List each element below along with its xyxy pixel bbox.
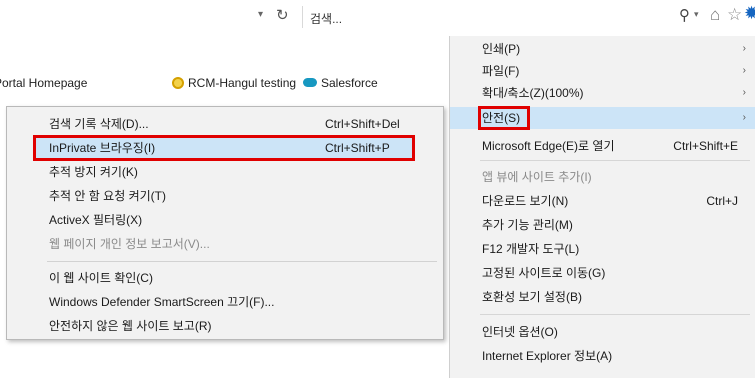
submenu-item-shortcut: Ctrl+Shift+Del [325, 117, 400, 131]
submenu-item-label: Windows Defender SmartScreen 끄기(F)... [49, 295, 275, 309]
favorite-rcm-hangul[interactable]: RCM-Hangul testing [172, 76, 296, 90]
submenu-item-label: 웹 페이지 개인 정보 보고서(V)... [49, 237, 210, 251]
submenu-item-smartscreen-off[interactable]: Windows Defender SmartScreen 끄기(F)... [7, 291, 443, 313]
menu-item-file[interactable]: 파일(F) › [450, 60, 755, 82]
search-icon[interactable]: ⚲ [679, 6, 690, 24]
favorite-salesforce[interactable]: Salesforce [303, 76, 378, 90]
menu-item-label: Internet Explorer 정보(A) [482, 349, 613, 363]
menu-separator [480, 314, 750, 315]
favorite-label: Portal Homepage [0, 76, 88, 90]
favorite-label: RCM-Hangul testing [188, 76, 297, 90]
menu-item-f12-tools[interactable]: F12 개발자 도구(L) [450, 238, 755, 260]
menu-item-label: 고정된 사이트로 이동(G) [482, 266, 606, 280]
submenu-item-label: 안전하지 않은 웹 사이트 보고(R) [49, 319, 212, 333]
menu-separator [480, 160, 750, 161]
submenu-item-delete-history[interactable]: 검색 기록 삭제(D)... Ctrl+Shift+Del [7, 113, 443, 135]
submenu-item-label: 추적 안 함 요청 켜기(T) [49, 189, 166, 203]
menu-item-open-edge[interactable]: Microsoft Edge(E)로 열기 Ctrl+Shift+E [450, 135, 755, 157]
menu-item-label: 확대/축소(Z)(100%) [482, 86, 584, 100]
menu-item-label: 인쇄(P) [482, 42, 521, 56]
menu-item-label: 추가 기능 관리(M) [482, 218, 573, 232]
submenu-item-label: 이 웹 사이트 확인(C) [49, 271, 153, 285]
menu-item-pinned-sites[interactable]: 고정된 사이트로 이동(G) [450, 262, 755, 284]
tools-menu: 인쇄(P) › 파일(F) › 확대/축소(Z)(100%) › 안전(S) ›… [449, 36, 755, 378]
chevron-right-icon: › [742, 87, 746, 98]
address-controls: ▾ ↻ [0, 7, 305, 29]
submenu-item-label: 추적 방지 켜기(K) [49, 165, 138, 179]
menu-item-label: 앱 뷰에 사이트 추가(I) [482, 170, 592, 184]
menu-item-safety[interactable]: 안전(S) › [450, 106, 755, 130]
menu-item-print[interactable]: 인쇄(P) › [450, 38, 755, 60]
submenu-item-privacy-report: 웹 페이지 개인 정보 보고서(V)... [7, 233, 443, 255]
safety-submenu: 검색 기록 삭제(D)... Ctrl+Shift+Del InPrivate … [6, 106, 444, 340]
favorites-bar: Portal Homepage RCM-Hangul testing Sales… [0, 36, 450, 106]
menu-item-label: 호환성 보기 설정(B) [482, 290, 582, 304]
submenu-item-report-unsafe[interactable]: 안전하지 않은 웹 사이트 보고(R) [7, 315, 443, 337]
menu-item-shortcut: Ctrl+J [706, 194, 738, 208]
address-bar: ▾ ↻ 검색... ⚲ ▾ ⌂ ☆ ✹ [0, 0, 755, 37]
menu-item-add-site-app-view: 앱 뷰에 사이트 추가(I) [450, 166, 755, 188]
menu-item-label: 인터넷 옵션(O) [482, 325, 558, 339]
address-dropdown-icon[interactable]: ▾ [258, 9, 263, 20]
submenu-item-do-not-track[interactable]: 추적 안 함 요청 켜기(T) [7, 185, 443, 207]
salesforce-cloud-icon [303, 78, 317, 87]
gear-icon[interactable]: ✹ [744, 3, 755, 24]
submenu-item-label: InPrivate 브라우징(I) [49, 141, 156, 155]
menu-item-label: 다운로드 보기(N) [482, 194, 569, 208]
submenu-item-label: ActiveX 필터링(X) [49, 213, 143, 227]
submenu-item-shortcut: Ctrl+Shift+P [325, 141, 390, 155]
chevron-right-icon: › [742, 65, 746, 76]
menu-item-compat-view[interactable]: 호환성 보기 설정(B) [450, 286, 755, 308]
search-placeholder[interactable]: 검색... [310, 10, 342, 27]
chevron-right-icon: › [742, 112, 746, 123]
favorite-label: Salesforce [321, 76, 378, 90]
search-dropdown-icon[interactable]: ▾ [694, 9, 699, 20]
menu-item-shortcut: Ctrl+Shift+E [673, 139, 738, 153]
refresh-icon[interactable]: ↻ [276, 6, 289, 24]
home-icon[interactable]: ⌂ [710, 5, 720, 25]
submenu-item-label: 검색 기록 삭제(D)... [49, 117, 149, 131]
submenu-item-tracking-protection[interactable]: 추적 방지 켜기(K) [7, 161, 443, 183]
menu-item-view-downloads[interactable]: 다운로드 보기(N) Ctrl+J [450, 190, 755, 212]
menu-item-internet-options[interactable]: 인터넷 옵션(O) [450, 321, 755, 343]
menu-item-label: Microsoft Edge(E)로 열기 [482, 139, 615, 153]
rcm-icon [172, 77, 184, 89]
search-input[interactable] [302, 6, 643, 28]
favorite-portal-homepage[interactable]: Portal Homepage [0, 76, 87, 90]
submenu-item-inprivate[interactable]: InPrivate 브라우징(I) Ctrl+Shift+P [33, 135, 415, 161]
star-icon[interactable]: ☆ [727, 5, 742, 25]
menu-item-label: 안전(S) [482, 111, 521, 125]
submenu-item-activex-filtering[interactable]: ActiveX 필터링(X) [7, 209, 443, 231]
menu-item-manage-addons[interactable]: 추가 기능 관리(M) [450, 214, 755, 236]
menu-item-zoom[interactable]: 확대/축소(Z)(100%) › [450, 82, 755, 104]
menu-item-label: 파일(F) [482, 64, 520, 78]
menu-item-about-ie[interactable]: Internet Explorer 정보(A) [450, 345, 755, 367]
submenu-item-check-website[interactable]: 이 웹 사이트 확인(C) [7, 267, 443, 289]
menu-item-label: F12 개발자 도구(L) [482, 242, 580, 256]
submenu-separator [47, 261, 437, 262]
chevron-right-icon: › [742, 43, 746, 54]
